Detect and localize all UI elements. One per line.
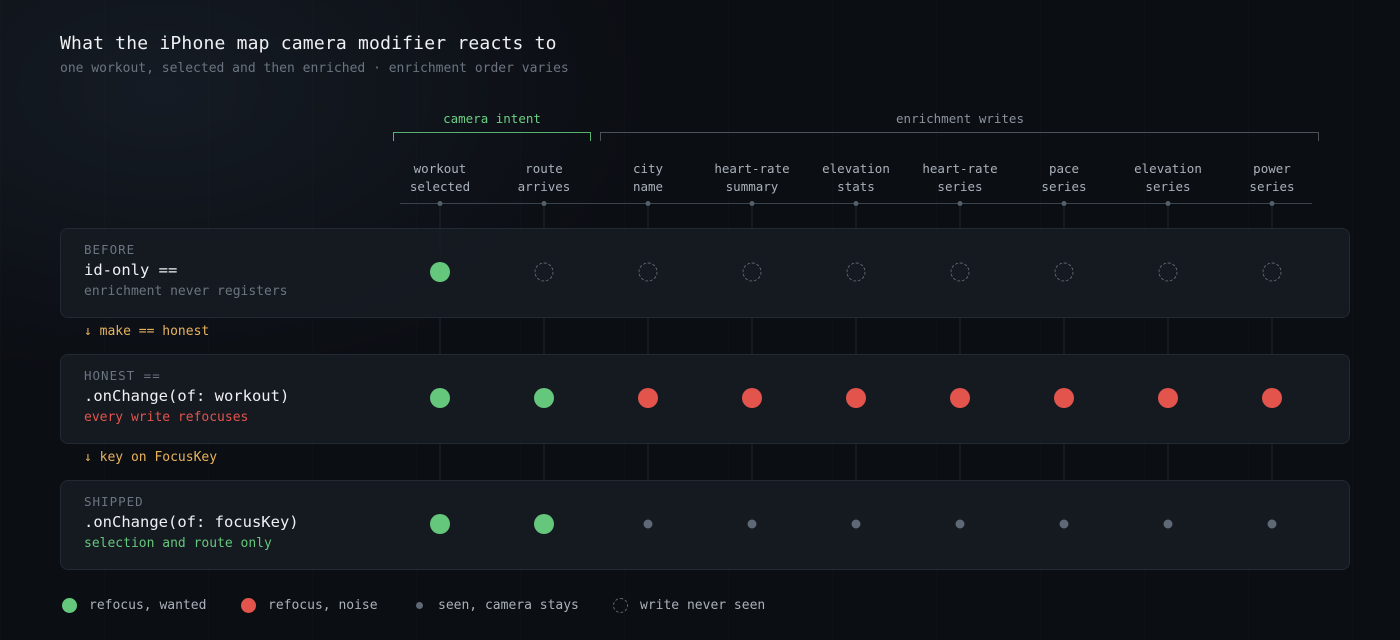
legend-label: write never seen <box>640 597 766 613</box>
column-header-line: selected <box>409 179 471 194</box>
page-title: What the iPhone map camera modifier reac… <box>60 33 557 54</box>
marker-wanted-workout-selected <box>430 514 450 534</box>
legend-item-seen: seen, camera stays <box>412 596 579 614</box>
row-code: id-only == <box>84 261 178 279</box>
row-tag: HONEST == <box>84 368 161 383</box>
row-tag: BEFORE <box>84 242 136 257</box>
column-header-line: heart-rate <box>714 161 790 176</box>
row-note: enrichment never registers <box>84 284 288 299</box>
marker-seen-heart-rate-summary <box>747 519 757 529</box>
legend-item-noise: refocus, noise <box>241 596 378 614</box>
marker-wanted-route-arrives <box>534 388 554 408</box>
column-header-line: series <box>1145 179 1191 194</box>
legend-never-icon <box>613 597 628 613</box>
marker-seen-pace-series <box>1059 519 1069 529</box>
column-header-elevation-stats: elevation stats <box>806 160 906 196</box>
column-header-route-arrives: route arrives <box>494 160 594 196</box>
column-header-line: power <box>1253 161 1291 176</box>
row-note: every write refocuses <box>84 410 249 425</box>
marker-noise-power-series <box>1262 388 1282 408</box>
row-note: selection and route only <box>84 536 272 551</box>
marker-noise-elevation-stats <box>846 388 866 408</box>
marker-wanted-workout-selected <box>430 388 450 408</box>
marker-noise-city-name <box>638 388 658 408</box>
column-header-line: series <box>1041 179 1087 194</box>
marker-never-power-series <box>1262 262 1282 282</box>
marker-noise-heart-rate-series <box>950 388 970 408</box>
column-header-heart-rate-series: heart-rate series <box>910 160 1010 196</box>
column-header-line: elevation <box>1134 161 1202 176</box>
legend-label: refocus, wanted <box>89 597 207 613</box>
marker-never-city-name <box>638 262 658 282</box>
column-header-line: arrives <box>517 179 571 194</box>
row-tag: SHIPPED <box>84 494 144 509</box>
marker-wanted-workout-selected <box>430 262 450 282</box>
column-header-heart-rate-summary: heart-rate summary <box>702 160 802 196</box>
column-header-line: stats <box>837 179 875 194</box>
legend-seen-icon <box>416 601 423 609</box>
legend-item-never: write never seen <box>613 596 765 614</box>
column-header-line: series <box>937 179 983 194</box>
column-header-elevation-series: elevation series <box>1118 160 1218 196</box>
column-header-line: heart-rate <box>922 161 998 176</box>
marker-seen-elevation-series <box>1163 519 1173 529</box>
marker-never-pace-series <box>1054 262 1074 282</box>
marker-seen-power-series <box>1267 519 1277 529</box>
column-header-line: city <box>632 161 664 176</box>
column-header-line: pace <box>1048 161 1080 176</box>
column-header-line: elevation <box>822 161 890 176</box>
legend-label: refocus, noise <box>268 597 378 613</box>
column-header-line: route <box>525 161 563 176</box>
column-header-city-name: city name <box>598 160 698 196</box>
marker-never-heart-rate-summary <box>742 262 762 282</box>
marker-never-elevation-series <box>1158 262 1178 282</box>
column-header-line: workout <box>413 161 467 176</box>
marker-noise-pace-series <box>1054 388 1074 408</box>
legend-label: seen, camera stays <box>438 597 579 613</box>
marker-noise-heart-rate-summary <box>742 388 762 408</box>
marker-seen-elevation-stats <box>851 519 861 529</box>
legend-noise-icon <box>241 597 256 613</box>
bracket-camera-intent <box>393 132 591 141</box>
row-code: .onChange(of: workout) <box>84 387 290 405</box>
marker-seen-city-name <box>643 519 653 529</box>
transition-label-focuskey: ↓ key on FocusKey <box>84 450 218 465</box>
column-header-line: summary <box>725 179 779 194</box>
column-header-power-series: power series <box>1222 160 1322 196</box>
column-header-line: name <box>632 179 664 194</box>
group-label-camera-intent: camera intent <box>443 111 541 126</box>
group-label-enrichment-writes: enrichment writes <box>896 111 1024 126</box>
bracket-enrichment-writes <box>600 132 1319 141</box>
column-header-pace-series: pace series <box>1014 160 1114 196</box>
column-header-workout-selected: workout selected <box>390 160 490 196</box>
legend-item-wanted: refocus, wanted <box>62 596 206 614</box>
transition-label-honest: ↓ make == honest <box>84 324 210 339</box>
marker-never-heart-rate-series <box>950 262 970 282</box>
row-code: .onChange(of: focusKey) <box>84 513 299 531</box>
legend-wanted-icon <box>62 597 77 613</box>
marker-never-route-arrives <box>534 262 554 282</box>
marker-noise-elevation-series <box>1158 388 1178 408</box>
row-card-before <box>60 228 1350 318</box>
column-header-line: series <box>1249 179 1295 194</box>
marker-wanted-route-arrives <box>534 514 554 534</box>
marker-seen-heart-rate-series <box>955 519 965 529</box>
page-subtitle: one workout, selected and then enriched … <box>60 61 569 76</box>
marker-never-elevation-stats <box>846 262 866 282</box>
